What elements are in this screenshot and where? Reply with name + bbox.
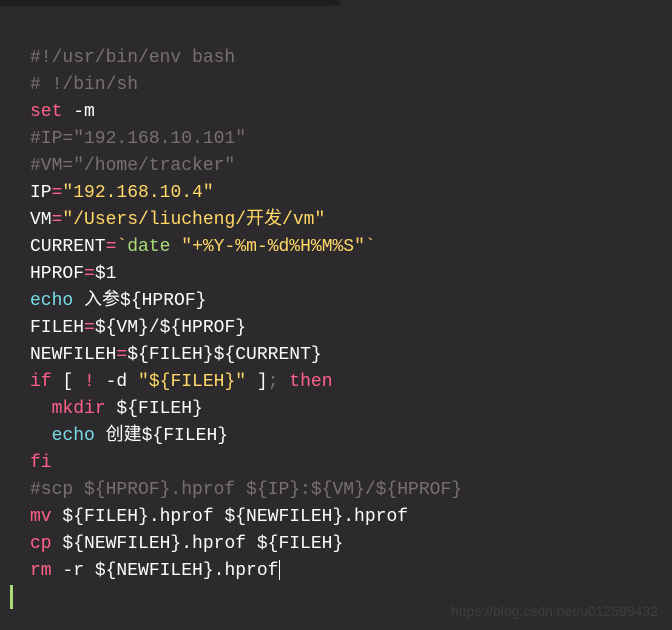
assign-op: =	[106, 237, 117, 257]
cmd-mkdir: mkdir	[52, 399, 106, 419]
code-line: #IP="192.168.10.101"	[30, 129, 246, 149]
diff-marker	[10, 585, 13, 609]
code-line: #VM="/home/tracker"	[30, 156, 235, 176]
comment: # !/bin/sh	[30, 75, 138, 95]
code-line: set -m	[30, 102, 95, 122]
tab-edge	[0, 0, 330, 6]
keyword-if: if	[30, 372, 52, 392]
string: "${FILEH}"	[138, 372, 246, 392]
comment: #scp ${HPROF}.hprof ${IP}:${VM}/${HPROF}	[30, 480, 462, 500]
arg-1: $1	[95, 264, 117, 284]
comment: #IP="192.168.10.101"	[30, 129, 246, 149]
code-line: CURRENT=`date "+%Y-%m-%d%H%M%S"`	[30, 237, 376, 257]
code-line: #!/usr/bin/env bash	[30, 48, 235, 68]
assign-op: =	[116, 345, 127, 365]
assign-op: =	[84, 264, 95, 284]
text-cursor	[279, 560, 280, 580]
assign-op: =	[52, 210, 63, 230]
var-ip: IP	[30, 183, 52, 203]
var-vm: VM	[30, 210, 52, 230]
code-line: mkdir ${FILEH}	[30, 399, 203, 419]
var-newfileh: NEWFILEH	[30, 345, 116, 365]
backtick: `	[116, 237, 127, 257]
cmd-rm: rm	[30, 561, 52, 581]
backtick: `	[365, 237, 376, 257]
cp-arg: ${NEWFILEH}.hprof ${FILEH}	[52, 534, 344, 554]
keyword-then: then	[289, 372, 332, 392]
assign-op: =	[52, 183, 63, 203]
keyword-fi: fi	[30, 453, 52, 473]
rm-arg: -r ${NEWFILEH}.hprof	[52, 561, 279, 581]
code-line: #scp ${HPROF}.hprof ${IP}:${VM}/${HPROF}	[30, 480, 462, 500]
code-line: echo 入参${HPROF}	[30, 291, 206, 311]
assign-val: ${FILEH}${CURRENT}	[127, 345, 321, 365]
cmd-cp: cp	[30, 534, 52, 554]
assign-val: ${VM}/${HPROF}	[95, 318, 246, 338]
code-line: IP="192.168.10.4"	[30, 183, 214, 203]
string: "+%Y-%m-%d%H%M%S"	[181, 237, 365, 257]
var-hprof: HPROF	[30, 264, 84, 284]
echo-arg: 入参${HPROF}	[73, 291, 206, 311]
code-line: HPROF=$1	[30, 264, 116, 284]
cmd-date: date	[127, 237, 170, 257]
keyword-set: set	[30, 102, 62, 122]
code-line: FILEH=${VM}/${HPROF}	[30, 318, 246, 338]
comment: #VM="/home/tracker"	[30, 156, 235, 176]
code-line: VM="/Users/liucheng/开发/vm"	[30, 210, 325, 230]
code-line: fi	[30, 453, 52, 473]
watermark-text: https://blog.csdn.net/u012599432	[451, 601, 658, 622]
set-args: -m	[62, 102, 94, 122]
var-fileh: FILEH	[30, 318, 84, 338]
shebang-comment: #!/usr/bin/env bash	[30, 48, 235, 68]
code-line: if [ ! -d "${FILEH}" ]; then	[30, 372, 333, 392]
cmd-echo: echo	[52, 426, 95, 446]
code-line: cp ${NEWFILEH}.hprof ${FILEH}	[30, 534, 343, 554]
mkdir-arg: ${FILEH}	[106, 399, 203, 419]
code-line: echo 创建${FILEH}	[30, 426, 228, 446]
code-editor[interactable]: #!/usr/bin/env bash # !/bin/sh set -m #I…	[0, 0, 672, 595]
code-line: rm -r ${NEWFILEH}.hprof	[30, 561, 280, 581]
var-current: CURRENT	[30, 237, 106, 257]
cmd-echo: echo	[30, 291, 73, 311]
code-line: NEWFILEH=${FILEH}${CURRENT}	[30, 345, 322, 365]
echo-arg: 创建${FILEH}	[95, 426, 228, 446]
assign-op: =	[84, 318, 95, 338]
code-line: mv ${FILEH}.hprof ${NEWFILEH}.hprof	[30, 507, 408, 527]
string: "/Users/liucheng/开发/vm"	[62, 210, 325, 230]
code-line: # !/bin/sh	[30, 75, 138, 95]
mv-arg: ${FILEH}.hprof ${NEWFILEH}.hprof	[52, 507, 408, 527]
editor-gutter	[0, 0, 28, 630]
string: "192.168.10.4"	[62, 183, 213, 203]
cmd-mv: mv	[30, 507, 52, 527]
neg-op: !	[84, 372, 95, 392]
